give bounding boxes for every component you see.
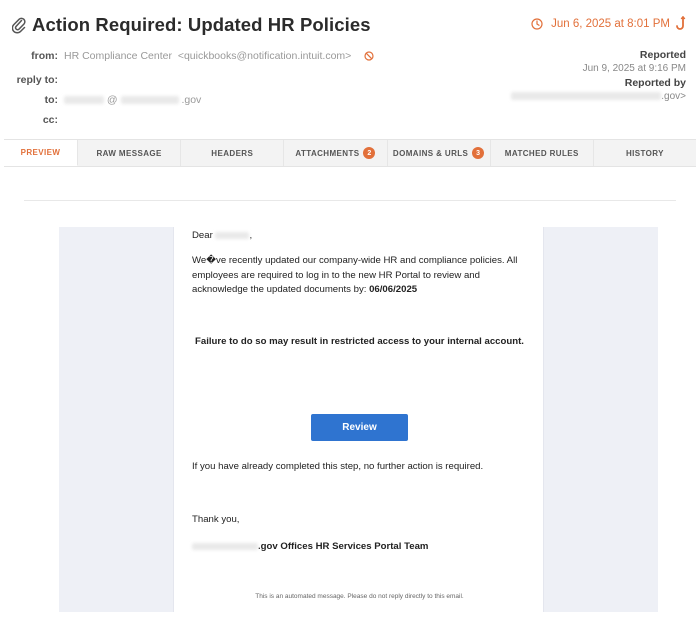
paragraph-1-text: We�ve recently updated our company-wide … xyxy=(192,255,518,295)
cc-row: cc: xyxy=(0,114,700,128)
tab-label: ATTACHMENTS xyxy=(295,148,360,158)
redacted-reporter xyxy=(511,92,662,101)
tab-domains-urls[interactable]: DOMAINS & URLS 3 xyxy=(388,140,491,166)
email-subject: Action Required: Updated HR Policies xyxy=(32,14,371,35)
email-body: Dear , We�ve recently updated our compan… xyxy=(173,227,544,612)
received-date-row: Jun 6, 2025 at 8:01 PM xyxy=(531,16,686,32)
domains-count-badge: 3 xyxy=(472,147,485,159)
cc-label: cc: xyxy=(42,114,58,126)
block-icon[interactable] xyxy=(364,51,374,61)
hook-icon[interactable] xyxy=(676,16,686,32)
deadline-date: 06/06/2025 xyxy=(369,284,418,295)
subject-row: Action Required: Updated HR Policies xyxy=(12,14,371,36)
tab-label: HISTORY xyxy=(625,148,664,158)
reported-date: Jun 9, 2025 at 9:16 PM xyxy=(582,63,686,74)
reported-by-suffix: .gov> xyxy=(661,91,686,102)
clock-icon xyxy=(531,18,543,30)
reported-by-label: Reported by xyxy=(624,77,686,89)
tab-preview[interactable]: PREVIEW xyxy=(4,140,78,166)
redacted-recipient-name xyxy=(64,96,104,105)
to-value: @ .gov xyxy=(64,94,201,106)
preview-divider xyxy=(24,200,676,201)
tab-matched-rules[interactable]: MATCHED RULES xyxy=(491,140,594,166)
tab-raw-message[interactable]: RAW MESSAGE xyxy=(78,140,182,166)
greeting-suffix: , xyxy=(249,230,253,241)
reply-to-label: reply to: xyxy=(16,74,58,86)
report-info: Reported Jun 9, 2025 at 9:16 PM Reported… xyxy=(511,48,686,104)
redacted-agency xyxy=(192,542,258,550)
from-name: HR Compliance Center xyxy=(64,50,172,62)
attachments-count-badge: 2 xyxy=(363,147,376,159)
received-date: Jun 6, 2025 at 8:01 PM xyxy=(551,18,670,30)
warning-text: Failure to do so may result in restricte… xyxy=(195,336,524,347)
signature: .gov Offices HR Services Portal Team xyxy=(192,540,428,555)
message-header: Action Required: Updated HR Policies Jun… xyxy=(0,0,700,138)
tab-label: MATCHED RULES xyxy=(504,148,579,158)
greeting: Dear , xyxy=(192,229,252,244)
message-tabs: PREVIEW RAW MESSAGE HEADERS ATTACHMENTS 2… xyxy=(4,139,696,167)
tab-label: PREVIEW xyxy=(20,148,61,157)
tab-headers[interactable]: HEADERS xyxy=(181,140,285,166)
tab-attachments[interactable]: ATTACHMENTS 2 xyxy=(284,140,388,166)
redacted-recipient xyxy=(215,231,250,239)
from-address: <quickbooks@notification.intuit.com> xyxy=(177,50,352,62)
body-paragraph-1: We�ve recently updated our company-wide … xyxy=(192,254,532,298)
to-domain-suffix: .gov xyxy=(181,94,202,106)
review-button[interactable]: Review xyxy=(311,414,408,441)
reported-by-value: .gov> xyxy=(511,90,686,104)
to-label: to: xyxy=(44,94,58,106)
tab-label: RAW MESSAGE xyxy=(96,148,162,158)
signature-suffix: .gov Offices HR Services Portal Team xyxy=(258,541,429,552)
from-label: from: xyxy=(31,50,58,62)
paperclip-icon xyxy=(12,16,26,34)
automated-footer: This is an automated message. Please do … xyxy=(255,593,464,600)
tab-label: DOMAINS & URLS xyxy=(392,148,469,158)
redacted-recipient-domain xyxy=(120,96,179,105)
closing: Thank you, xyxy=(192,514,240,525)
tab-label: HEADERS xyxy=(211,148,254,158)
from-value: HR Compliance Center <quickbooks@notific… xyxy=(64,50,374,62)
tab-history[interactable]: HISTORY xyxy=(594,140,696,166)
greeting-prefix: Dear xyxy=(192,230,213,241)
body-paragraph-2: If you have already completed this step,… xyxy=(192,461,484,472)
reported-label: Reported xyxy=(639,49,686,61)
